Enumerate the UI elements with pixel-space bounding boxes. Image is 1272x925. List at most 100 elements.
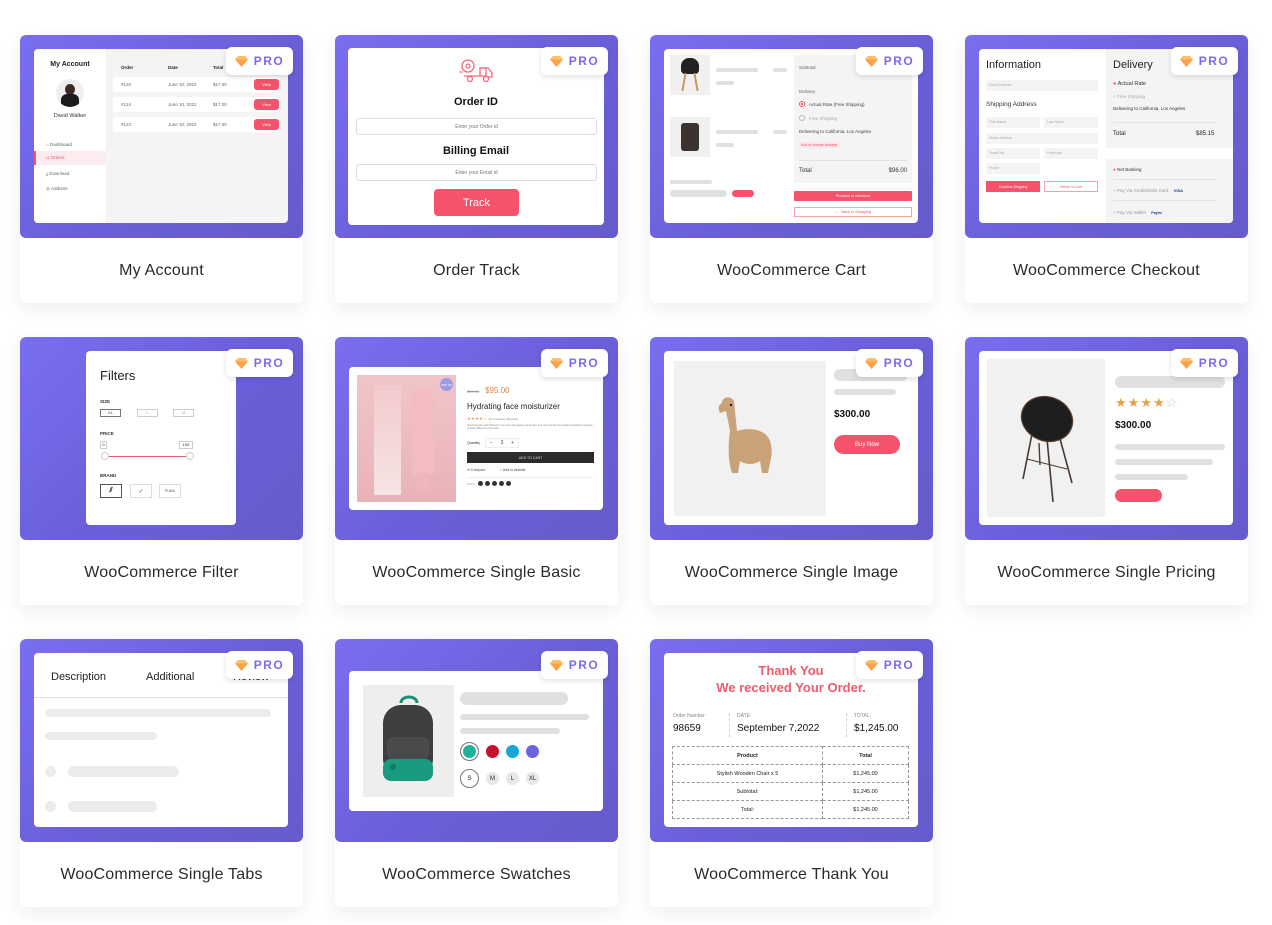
add-to-cart-button[interactable] — [1115, 489, 1162, 502]
size-option-xl[interactable]: XL — [100, 409, 121, 417]
template-card-woocommerce-cart[interactable]: Subtotal Delivery Actual Rate (Free Ship… — [650, 35, 933, 303]
track-button[interactable]: Track — [434, 189, 519, 216]
template-card-woocommerce-single-basic[interactable]: 20% Off $90.00 $95.00 Hydrating face moi… — [335, 337, 618, 605]
view-button[interactable]: View — [254, 79, 279, 90]
share-row: Share: — [467, 481, 511, 486]
template-card-woocommerce-thank-you[interactable]: Thank You We received Your Order. Order … — [650, 639, 933, 907]
radio-free-shipping[interactable] — [799, 115, 805, 121]
card-title[interactable]: WooCommerce Filter — [20, 540, 303, 605]
preview-thumbnail[interactable]: S M L XL PRO — [335, 639, 618, 842]
quantity-stepper[interactable]: −3 + — [485, 438, 519, 448]
template-card-woocommerce-single-tabs[interactable]: Description Additional Review PRO WooCom… — [20, 639, 303, 907]
table-row: Total: $1,245.00 — [672, 800, 909, 819]
pinterest-icon[interactable] — [498, 481, 504, 486]
facebook-icon[interactable] — [477, 481, 483, 486]
size-swatch[interactable]: XL — [526, 772, 539, 785]
price-slider-handle-min[interactable] — [101, 452, 109, 460]
template-card-woocommerce-checkout[interactable]: Information Email Address Shipping Addre… — [965, 35, 1248, 303]
continue-shipping-button[interactable]: Continue Shipping — [986, 181, 1040, 192]
color-swatch[interactable] — [460, 742, 479, 761]
size-option-m[interactable]: M — [173, 409, 194, 417]
twitter-icon[interactable] — [484, 481, 490, 486]
preview-thumbnail[interactable]: Order ID Billing Email Track PRO — [335, 35, 618, 238]
nike-logo: ✓ — [138, 488, 144, 495]
first-name-field[interactable]: First Name — [986, 117, 1040, 128]
tab-additional[interactable]: Additional — [146, 671, 194, 683]
pro-badge: PRO — [856, 47, 923, 75]
template-card-order-track[interactable]: Order ID Billing Email Track PRO Order T… — [335, 35, 618, 303]
card-title[interactable]: WooCommerce Thank You — [650, 842, 933, 907]
buy-now-button[interactable]: Buy Now — [834, 435, 900, 454]
tab-description[interactable]: Description — [51, 671, 106, 683]
radio-actual-rate[interactable]: ● Actual Rate — [1113, 81, 1146, 87]
order-id-input[interactable] — [356, 118, 597, 135]
color-swatch[interactable] — [486, 745, 499, 758]
radio-free-shipping[interactable]: ○ Free Shipping — [1113, 94, 1145, 99]
template-card-woocommerce-filter[interactable]: Filters SIZE XL L M PRICE 0 100 BRAND ⫽ … — [20, 337, 303, 605]
template-card-woocommerce-swatches[interactable]: S M L XL PRO WooCommerce Swatches — [335, 639, 618, 907]
price-slider-handle-max[interactable] — [186, 452, 194, 460]
preview-thumbnail[interactable]: ★★★★☆ $300.00 PRO — [965, 337, 1248, 540]
card-title[interactable]: WooCommerce Cart — [650, 238, 933, 303]
card-title[interactable]: Order Track — [335, 238, 618, 303]
brand-puma[interactable]: PUMA — [159, 484, 181, 498]
wishlist-link[interactable]: ♡ Add to wishlist — [499, 468, 525, 472]
price-max: 100 — [179, 441, 193, 449]
order-id-label: Order ID — [453, 96, 498, 108]
size-swatch[interactable]: S — [460, 769, 479, 788]
back-to-shopping-button[interactable]: ← Back to Shopping — [794, 207, 912, 217]
add-to-cart-button[interactable]: ADD TO CART — [467, 452, 594, 463]
radio-actual-rate[interactable] — [799, 101, 805, 107]
preview-thumbnail[interactable]: Information Email Address Shipping Addre… — [965, 35, 1248, 238]
payment-net-banking[interactable]: ● Net Banking — [1113, 167, 1142, 172]
town-field[interactable]: Town/City — [986, 148, 1040, 159]
preview-thumbnail[interactable]: Thank You We received Your Order. Order … — [650, 639, 933, 842]
payment-wallet[interactable]: ○ Pay Via Wallet Paytm — [1113, 210, 1162, 215]
compare-icon: ⟲ — [467, 468, 470, 472]
preview-thumbnail[interactable]: My Account David Walker ⌂ Dashboard ⊔ Or… — [20, 35, 303, 238]
preview-thumbnail[interactable]: Description Additional Review PRO — [20, 639, 303, 842]
card-title[interactable]: WooCommerce Checkout — [965, 238, 1248, 303]
brand-nike[interactable]: ✓ — [130, 484, 152, 498]
preview-thumbnail[interactable]: Subtotal Delivery Actual Rate (Free Ship… — [650, 35, 933, 238]
color-swatch[interactable] — [526, 745, 539, 758]
heart-icon: ♡ — [499, 468, 503, 472]
view-button[interactable]: View — [254, 99, 279, 110]
col-order: Order — [121, 65, 134, 70]
template-card-my-account[interactable]: My Account David Walker ⌂ Dashboard ⊔ Or… — [20, 35, 303, 303]
card-title[interactable]: WooCommerce Swatches — [335, 842, 618, 907]
card-title[interactable]: WooCommerce Single Basic — [335, 540, 618, 605]
email-field[interactable]: Email Address — [986, 80, 1098, 91]
change-address-link[interactable]: Add or change address — [799, 142, 840, 148]
billing-email-input[interactable] — [356, 164, 597, 181]
preview-thumbnail[interactable]: $300.00 Buy Now PRO — [650, 337, 933, 540]
size-swatch[interactable]: M — [486, 772, 499, 785]
proceed-checkout-button[interactable]: Proceed to checkout — [794, 191, 912, 201]
size-option-l[interactable]: L — [137, 409, 158, 417]
menu-orders-active — [34, 151, 106, 165]
size-swatch[interactable]: L — [506, 772, 519, 785]
template-card-woocommerce-single-image[interactable]: $300.00 Buy Now PRO WooCommerce Single I… — [650, 337, 933, 605]
compare-link[interactable]: ⟲ Compare — [467, 468, 485, 472]
last-name-field[interactable]: Last Name — [1044, 117, 1098, 128]
view-button[interactable]: View — [254, 119, 279, 130]
preview-thumbnail[interactable]: 20% Off $90.00 $95.00 Hydrating face moi… — [335, 337, 618, 540]
star-filled-icon: ★ — [1140, 395, 1153, 410]
card-title[interactable]: WooCommerce Single Tabs — [20, 842, 303, 907]
template-card-woocommerce-single-pricing[interactable]: ★★★★☆ $300.00 PRO WooCommerce Single Pri… — [965, 337, 1248, 605]
postcode-field[interactable]: Postcode — [1044, 148, 1098, 159]
card-title[interactable]: My Account — [20, 238, 303, 303]
col-total: Total — [213, 65, 224, 70]
payment-card[interactable]: ○ Pay Via Credit/Debit Card VISA — [1113, 188, 1183, 193]
preview-thumbnail[interactable]: Filters SIZE XL L M PRICE 0 100 BRAND ⫽ … — [20, 337, 303, 540]
price-slider-track[interactable] — [104, 456, 189, 457]
street-field[interactable]: Street Address — [986, 133, 1098, 144]
linkedin-icon[interactable] — [505, 481, 511, 486]
instagram-icon[interactable] — [491, 481, 497, 486]
color-swatch[interactable] — [506, 745, 519, 758]
card-title[interactable]: WooCommerce Single Pricing — [965, 540, 1248, 605]
card-title[interactable]: WooCommerce Single Image — [650, 540, 933, 605]
return-to-cart-button[interactable]: Return to Cart — [1044, 181, 1098, 192]
phone-field[interactable]: Phone — [986, 163, 1040, 174]
brand-adidas[interactable]: ⫽ — [100, 484, 122, 498]
